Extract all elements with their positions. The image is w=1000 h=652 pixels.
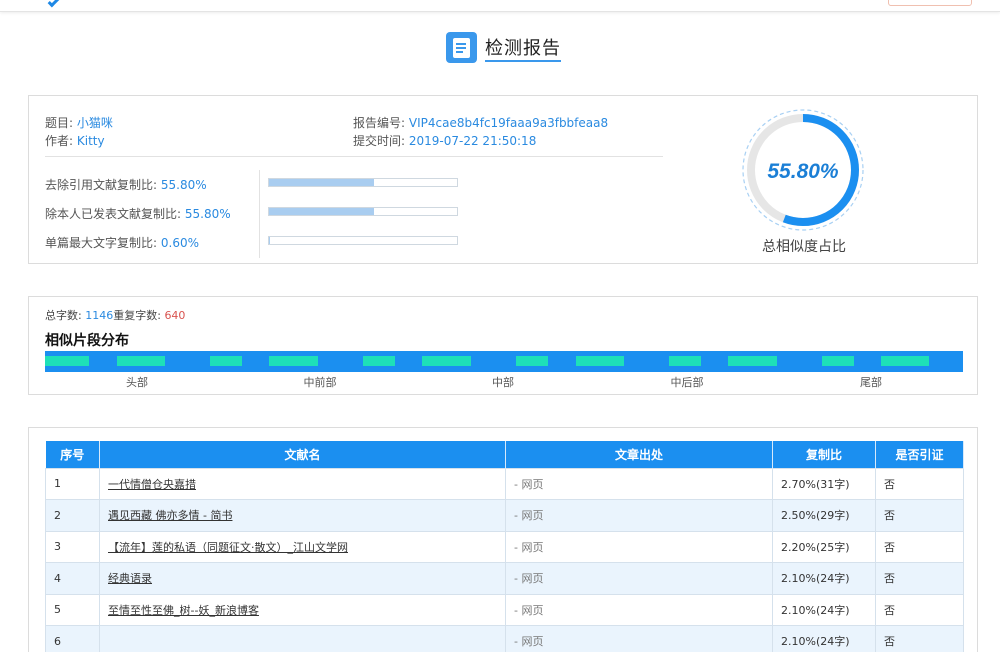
table-row: 5 至情至性至佛_树--妖_新浪博客 - 网页 2.10%(24字) 否 <box>45 593 964 626</box>
author-value: Kitty <box>76 134 105 148</box>
similar-segment[interactable] <box>45 356 89 366</box>
distribution-labels: 头部 中前部 中部 中后部 尾部 <box>45 374 963 389</box>
similar-segment[interactable] <box>363 356 395 366</box>
sources-card: 序号 文献名 文章出处 复制比 是否引证 1 一代情僧仓央嘉措 - 网页 2.7… <box>28 427 978 652</box>
ratio-row: 单篇最大文字复制比: 0.60% <box>45 236 199 250</box>
duplicate-count: 640 <box>164 309 186 322</box>
submit-time-value: 2019-07-22 21:50:18 <box>408 134 537 148</box>
distribution-label: 中前部 <box>303 376 337 389</box>
column-header: 文献名 <box>99 441 506 468</box>
source-link[interactable]: 一代情僧仓央嘉措 <box>99 467 506 500</box>
similar-segment[interactable] <box>516 356 548 366</box>
report-id-row: 报告编号: VIP4cae8b4fc19faaa9a3fbbfeaa8 <box>353 116 609 130</box>
similarity-distribution-bar <box>45 351 963 372</box>
table-row: 2 遇见西藏 佛亦多情 - 简书 - 网页 2.50%(29字) 否 <box>45 499 964 532</box>
distribution-label: 头部 <box>126 376 148 389</box>
gauge-label: 总相似度占比 <box>762 239 846 255</box>
column-header: 文章出处 <box>505 441 773 468</box>
word-counts: 总字数: 1146重复字数: 640 <box>45 309 186 322</box>
distribution-label: 中后部 <box>670 376 704 389</box>
total-count: 1146 <box>85 309 114 322</box>
table-row: 1 一代情僧仓央嘉措 - 网页 2.70%(31字) 否 <box>45 467 964 500</box>
distribution-label: 中部 <box>492 376 514 389</box>
table-row: 6 - 网页 2.10%(24字) 否 <box>45 625 964 652</box>
similar-segment[interactable] <box>210 356 242 366</box>
report-id-value: VIP4cae8b4fc19faaa9a3fbbfeaa8 <box>408 116 609 130</box>
page-title: 检测报告 <box>485 38 561 59</box>
similar-segment[interactable] <box>576 356 624 366</box>
table-row: 4 经典语录 - 网页 2.10%(24字) 否 <box>45 562 964 595</box>
similar-segment[interactable] <box>728 356 777 366</box>
author-row: 作者: Kitty <box>45 134 105 148</box>
similar-segment[interactable] <box>117 356 165 366</box>
submit-time-row: 提交时间: 2019-07-22 21:50:18 <box>353 134 537 148</box>
column-header: 序号 <box>45 441 100 468</box>
column-header: 是否引证 <box>875 441 964 468</box>
similar-segment[interactable] <box>422 356 471 366</box>
similar-segment[interactable] <box>881 356 929 366</box>
similar-segment[interactable] <box>669 356 701 366</box>
summary-card: 题目: 小猫咪 作者: Kitty 报告编号: VIP4cae8b4fc19fa… <box>28 95 978 264</box>
table-row: 3 【流年】莲的私语（同题征文·散文）_江山文学网 - 网页 2.20%(25字… <box>45 530 964 563</box>
source-link[interactable]: 遇见西藏 佛亦多情 - 简书 <box>99 499 506 532</box>
distribution-title: 相似片段分布 <box>45 333 129 349</box>
title-value: 小猫咪 <box>76 116 113 130</box>
similarity-gauge: 55.80% <box>742 109 864 231</box>
report-document-icon <box>446 32 477 63</box>
source-link[interactable]: 经典语录 <box>99 562 506 595</box>
similar-segment[interactable] <box>269 356 318 366</box>
column-header: 复制比 <box>772 441 876 468</box>
source-link[interactable] <box>99 625 506 652</box>
ratio-progress-bar <box>268 178 458 187</box>
source-table: 序号 文献名 文章出处 复制比 是否引证 1 一代情僧仓央嘉措 - 网页 2.7… <box>45 441 964 652</box>
similar-segment[interactable] <box>822 356 854 366</box>
top-right-button[interactable] <box>888 0 972 6</box>
report-header: 检测报告 <box>0 30 1000 66</box>
title-underline <box>485 60 561 62</box>
ratio-progress-bar <box>268 236 458 245</box>
ratio-divider <box>259 170 260 258</box>
distribution-card: 总字数: 1146重复字数: 640 相似片段分布 头部 中前部 中部 中后部 … <box>28 296 978 395</box>
logo-icon[interactable] <box>47 0 61 8</box>
ratio-row: 除本人已发表文献复制比: 55.80% <box>45 207 231 221</box>
title-row: 题目: 小猫咪 <box>45 116 113 130</box>
source-link[interactable]: 【流年】莲的私语（同题征文·散文）_江山文学网 <box>99 530 506 563</box>
top-navbar <box>0 0 1000 12</box>
gauge-value: 55.80% <box>767 160 839 183</box>
distribution-label: 尾部 <box>860 376 882 389</box>
ratio-row: 去除引用文献复制比: 55.80% <box>45 178 207 192</box>
ratio-progress-bar <box>268 207 458 216</box>
source-link[interactable]: 至情至性至佛_树--妖_新浪博客 <box>99 593 506 626</box>
info-divider <box>45 156 663 157</box>
